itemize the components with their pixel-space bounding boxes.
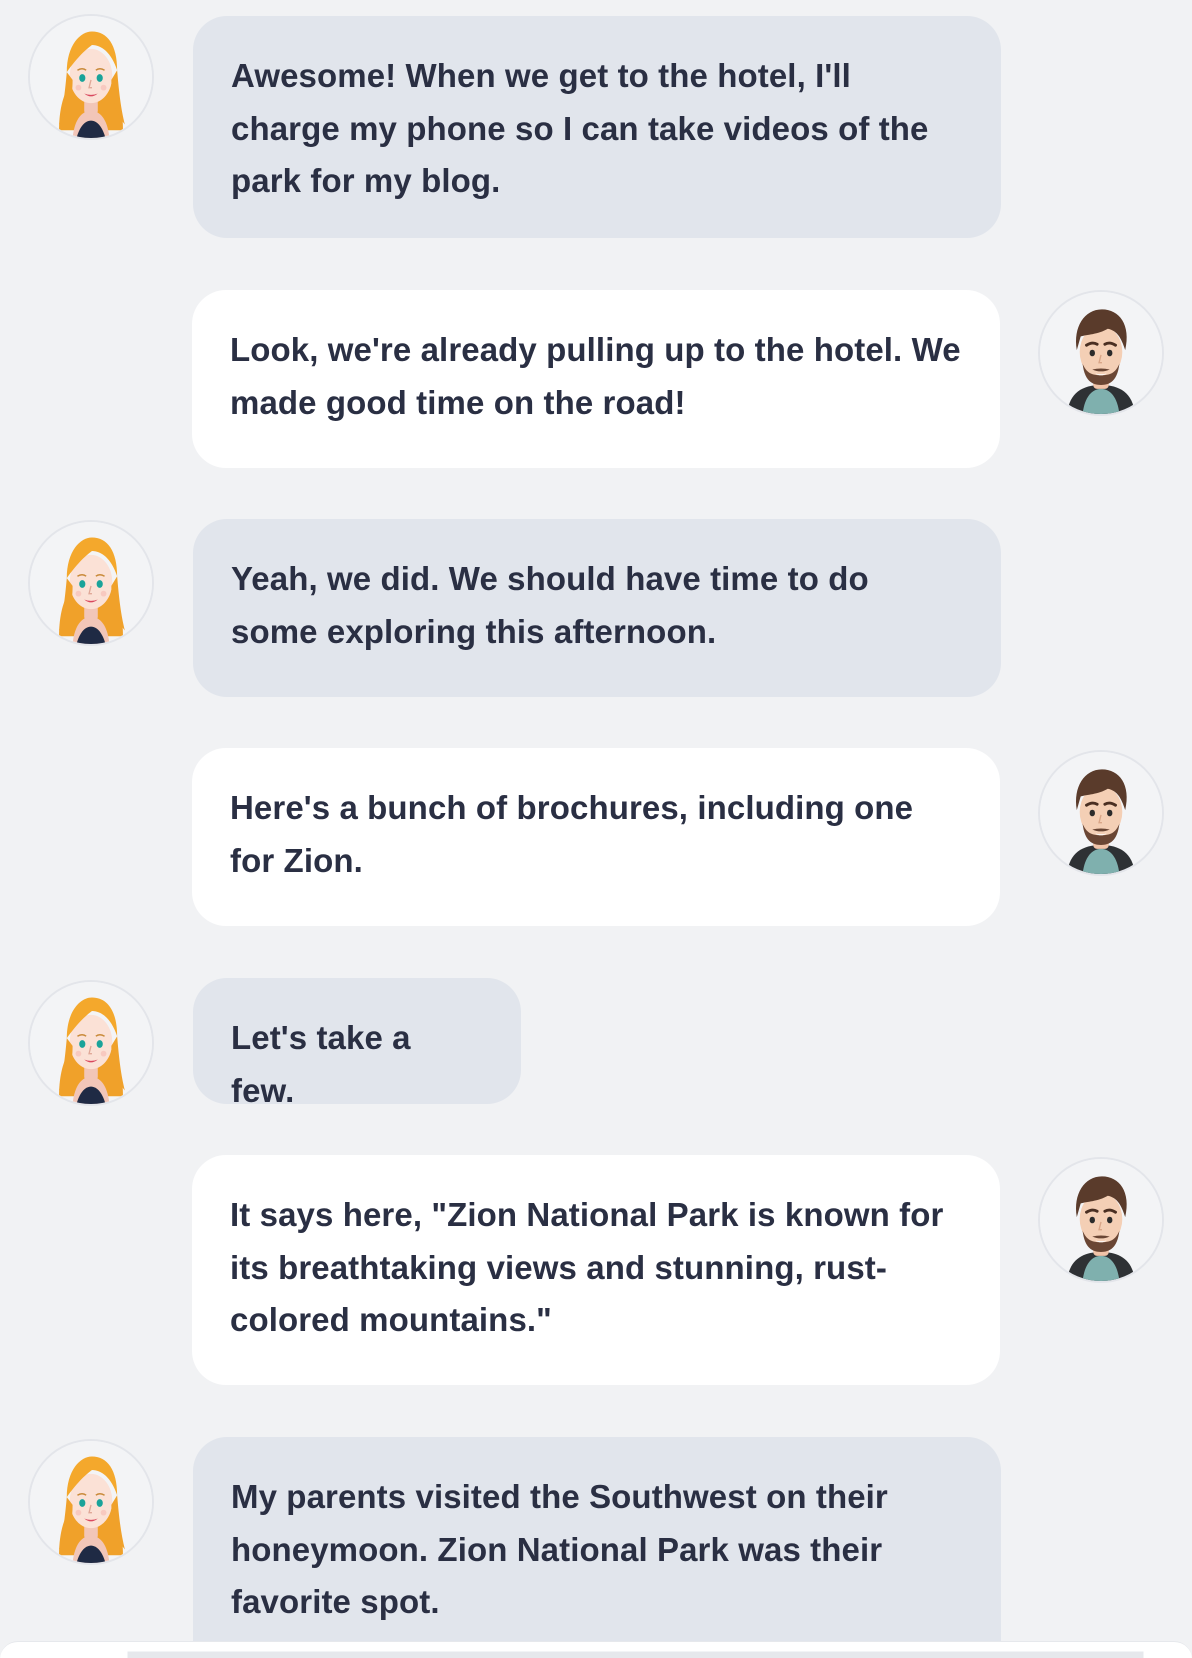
woman-avatar-icon: [28, 520, 154, 646]
message-bubble-woman: Yeah, we did. We should have time to do …: [193, 519, 1001, 697]
message-bubble-woman: My parents visited the Southwest on thei…: [193, 1437, 1001, 1658]
message-bubble-woman: Let's take a few.: [193, 978, 521, 1109]
message-bubble-man: It says here, "Zion National Park is kno…: [192, 1155, 1000, 1385]
message-text: Let's take a few.: [231, 1019, 411, 1109]
man-avatar-icon: [1038, 290, 1164, 416]
message-bubble-man: Here's a bunch of brochures, including o…: [192, 748, 1000, 926]
message-text: Look, we're already pulling up to the ho…: [230, 331, 961, 421]
woman-avatar-icon: [28, 980, 154, 1106]
message-bubble-woman: Awesome! When we get to the hotel, I'll …: [193, 16, 1001, 238]
man-avatar-icon: [1038, 1157, 1164, 1283]
chat-conversation: Awesome! When we get to the hotel, I'll …: [0, 0, 1192, 1658]
message-bubble-man: Look, we're already pulling up to the ho…: [192, 290, 1000, 468]
message-text: Yeah, we did. We should have time to do …: [231, 560, 869, 650]
message-text: My parents visited the Southwest on thei…: [231, 1478, 888, 1620]
message-text: Awesome! When we get to the hotel, I'll …: [231, 57, 929, 199]
man-avatar-icon: [1038, 750, 1164, 876]
message-text: It says here, "Zion National Park is kno…: [230, 1196, 944, 1338]
woman-avatar-icon: [28, 1439, 154, 1565]
message-text: Here's a bunch of brochures, including o…: [230, 789, 914, 879]
bottom-panel: [0, 1641, 1192, 1658]
woman-avatar-icon: [28, 14, 154, 140]
